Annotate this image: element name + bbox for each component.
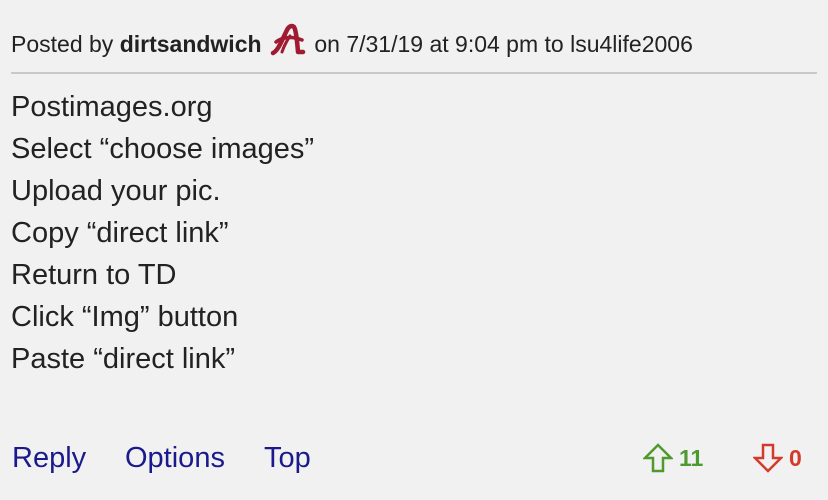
posted-by-label: Posted by	[11, 31, 114, 57]
alabama-script-a-icon	[270, 22, 306, 58]
post-line-6: Click “Img” button	[11, 301, 239, 333]
options-link[interactable]: Options	[125, 434, 225, 482]
post-line-7: Paste “direct link”	[11, 343, 236, 375]
post-header: Posted by dirtsandwich on 7/31/19 at 9:0…	[11, 22, 821, 64]
downvote-count: 0	[789, 445, 802, 471]
post-footer: Reply Options Top 11 0	[0, 434, 828, 482]
top-link[interactable]: Top	[264, 434, 311, 482]
post-line-1: Postimages.org	[11, 91, 213, 123]
post-date: 7/31/19	[346, 31, 424, 57]
on-label: on	[314, 31, 340, 57]
post-time: 9:04 pm	[455, 31, 539, 57]
upvote-count: 11	[679, 445, 704, 471]
upvote-button[interactable]: 11	[643, 442, 713, 474]
post-body: Postimages.org Select “choose images” Up…	[11, 86, 817, 380]
to-label: to	[544, 31, 564, 57]
reply-to-username[interactable]: lsu4life2006	[570, 31, 693, 57]
header-divider	[11, 72, 817, 74]
arrow-down-icon	[753, 443, 783, 473]
post-line-2: Select “choose images”	[11, 133, 315, 165]
post-line-4: Copy “direct link”	[11, 217, 229, 249]
author-username[interactable]: dirtsandwich	[120, 31, 262, 57]
post-line-3: Upload your pic.	[11, 175, 221, 207]
downvote-button[interactable]: 0	[753, 442, 813, 474]
post-line-5: Return to TD	[11, 259, 177, 291]
reply-link[interactable]: Reply	[12, 434, 86, 482]
arrow-up-icon	[643, 443, 673, 473]
at-label: at	[429, 31, 449, 57]
